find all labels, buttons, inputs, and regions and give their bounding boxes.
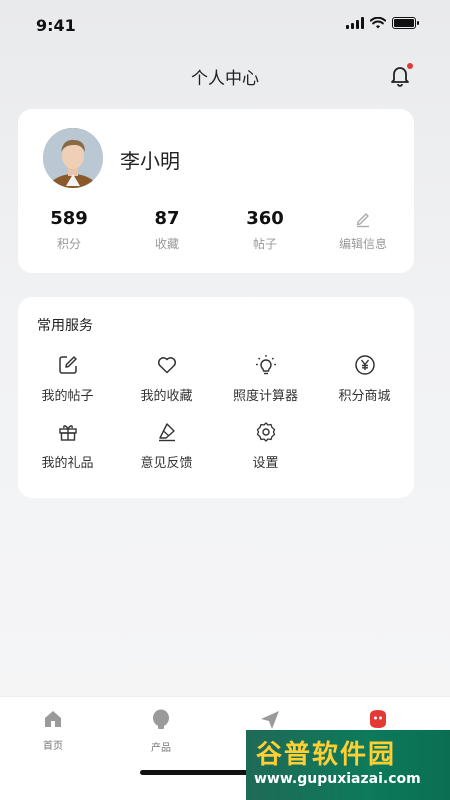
signal-icon (346, 17, 364, 29)
service-feedback[interactable]: 意见反馈 (117, 420, 216, 471)
watermark-title: 谷普软件园 (256, 740, 397, 770)
user-name: 李小明 (120, 149, 180, 173)
stat-label: 帖子 (252, 237, 277, 251)
edit-square-icon (18, 353, 117, 377)
service-label: 我的礼品 (41, 456, 94, 471)
watermark-logo: 谷普软件园 www.gupuxiazai.com (246, 730, 450, 800)
tab-home[interactable]: 首页 (23, 709, 83, 752)
stat-value: 589 (50, 208, 88, 229)
service-points-mall[interactable]: 积分商城 (315, 353, 414, 404)
avatar[interactable] (43, 128, 103, 188)
status-bar: 9:41 (0, 0, 450, 50)
battery-icon (392, 17, 419, 29)
service-label: 我的收藏 (140, 389, 193, 404)
gift-icon (18, 420, 117, 444)
edit-profile-button[interactable]: 编辑信息 (314, 207, 412, 252)
service-label: 设置 (252, 456, 279, 471)
header: 个人中心 (0, 56, 450, 96)
notification-button[interactable] (388, 63, 413, 87)
service-label: 照度计算器 (232, 389, 298, 404)
notification-badge (407, 63, 413, 69)
stats-row: 589 积分 87 收藏 360 帖子 编辑信息 (18, 207, 414, 252)
yen-coin-icon (315, 353, 414, 377)
service-settings[interactable]: 设置 (216, 420, 315, 471)
services-title: 常用服务 (37, 318, 93, 334)
page-title: 个人中心 (191, 69, 259, 89)
stat-label: 积分 (56, 237, 81, 251)
tab-label: 首页 (43, 741, 63, 752)
stat-posts[interactable]: 360 帖子 (216, 207, 314, 252)
feedback-icon (117, 420, 216, 444)
service-label: 意见反馈 (140, 456, 193, 471)
service-my-gifts[interactable]: 我的礼品 (18, 420, 117, 471)
stat-value: 87 (154, 208, 180, 229)
gear-icon (216, 420, 315, 444)
wifi-icon (370, 17, 386, 29)
service-my-posts[interactable]: 我的帖子 (18, 353, 117, 404)
status-time: 9:41 (36, 16, 76, 35)
service-illuminance-calculator[interactable]: 照度计算器 (216, 353, 315, 404)
stat-points[interactable]: 589 积分 (20, 207, 118, 252)
service-my-favorites[interactable]: 我的收藏 (117, 353, 216, 404)
service-label: 积分商城 (338, 389, 391, 404)
profile-card: 李小明 589 积分 87 收藏 360 帖子 编辑信息 (18, 109, 414, 273)
status-icons (346, 17, 419, 29)
lightbulb-icon (216, 353, 315, 377)
home-icon (45, 711, 61, 727)
profile-icon (370, 710, 386, 728)
heart-icon (117, 353, 216, 377)
stat-label: 收藏 (154, 237, 179, 251)
bulb-icon (153, 709, 169, 729)
watermark-url: www.gupuxiazai.com (254, 771, 421, 787)
service-label: 我的帖子 (41, 389, 94, 404)
stat-value: 360 (246, 208, 284, 229)
pencil-icon (314, 207, 412, 231)
tab-products[interactable]: 产品 (131, 709, 191, 754)
stat-favorites[interactable]: 87 收藏 (118, 207, 216, 252)
edit-profile-label: 编辑信息 (338, 237, 387, 251)
tab-label: 产品 (151, 743, 171, 754)
send-icon (261, 711, 279, 729)
service-grid: 我的帖子 我的收藏 照度计算器 积分商城 我的礼品 意见反馈 设置 (18, 353, 414, 471)
services-card: 常用服务 我的帖子 我的收藏 照度计算器 积分商城 我的礼品 意见反馈 设置 (18, 297, 414, 498)
